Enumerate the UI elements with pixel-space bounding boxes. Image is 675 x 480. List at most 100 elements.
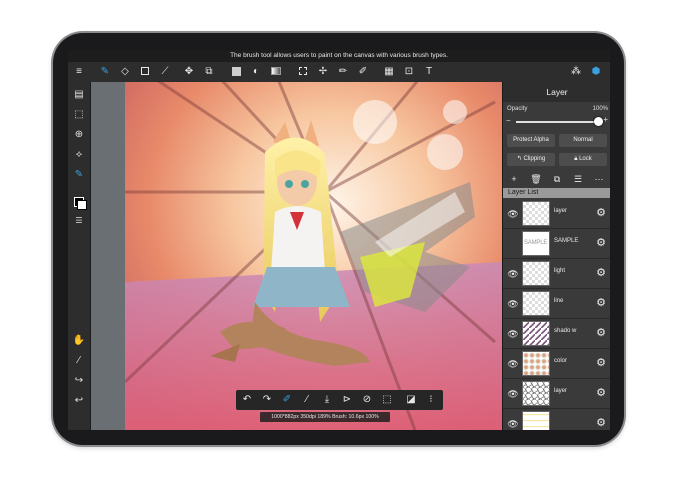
- select-rect-icon[interactable]: [296, 65, 310, 79]
- layer-thumbnail: [522, 201, 550, 226]
- layer-settings-gear-icon[interactable]: ⚙: [595, 237, 607, 249]
- lock-label: Lock: [579, 156, 592, 162]
- palette-list-icon[interactable]: ☰: [72, 214, 86, 228]
- layer-row[interactable]: 👁︎ shado w ⚙: [503, 319, 610, 349]
- clipping-button[interactable]: ↰ Clipping: [507, 153, 555, 166]
- eraser-tool-icon[interactable]: ◇: [118, 65, 132, 79]
- undo-icon[interactable]: ↶: [240, 393, 254, 407]
- opacity-label: Opacity: [507, 106, 528, 112]
- layer-row[interactable]: 👁︎ line ⚙: [503, 289, 610, 319]
- flip-icon[interactable]: ⊳: [340, 393, 354, 407]
- layer-actions: + 🗑 ⧉ ☰ ⋯: [503, 172, 610, 186]
- blend-mode-select[interactable]: Normal: [559, 134, 607, 147]
- layer-name: layer: [554, 208, 568, 214]
- magic-wand-icon[interactable]: ✢: [316, 65, 330, 79]
- ruler-icon[interactable]: ⟡: [72, 148, 86, 162]
- eye-icon[interactable]: 👁︎: [507, 328, 519, 340]
- layer-row[interactable]: 👁︎ layer ⚙: [503, 199, 610, 229]
- canvas-margin: [91, 82, 125, 430]
- select-pen-icon[interactable]: ✏: [336, 65, 350, 79]
- add-layer-icon[interactable]: +: [507, 172, 521, 186]
- layer-row[interactable]: 👁︎ layer ⚙: [503, 379, 610, 409]
- select-clear-icon[interactable]: ⬚: [380, 393, 394, 407]
- import-icon[interactable]: ⤓: [320, 393, 334, 407]
- text-tool-icon[interactable]: T: [422, 65, 436, 79]
- layer-thumbnail: [522, 291, 550, 316]
- artwork-illustration: [125, 82, 502, 430]
- drawing-canvas[interactable]: [125, 82, 502, 430]
- opacity-slider[interactable]: [516, 121, 598, 123]
- eye-icon[interactable]: 👁︎: [507, 268, 519, 280]
- selection-icon[interactable]: ⬚: [72, 108, 86, 122]
- move-tool-icon[interactable]: ✥: [182, 65, 196, 79]
- eye-icon[interactable]: 👁︎: [507, 388, 519, 400]
- menu-icon[interactable]: ≡: [72, 65, 86, 79]
- brush-settings-icon[interactable]: ✎: [72, 168, 86, 182]
- brush-tool-icon[interactable]: ✎: [98, 65, 112, 79]
- redo-icon[interactable]: ↷: [260, 393, 274, 407]
- protect-alpha-button[interactable]: Protect Alpha: [507, 134, 555, 147]
- panel-title: Layer: [503, 82, 610, 102]
- gradient-tool-icon[interactable]: [269, 65, 283, 79]
- layer-thumbnail: [522, 411, 550, 430]
- eye-icon[interactable]: 👁︎: [507, 418, 519, 430]
- layer-row[interactable]: 👁︎ ⚙: [503, 409, 610, 430]
- redo-icon[interactable]: ↪: [72, 374, 86, 388]
- duplicate-layer-icon[interactable]: ⧉: [550, 172, 564, 186]
- more-icon[interactable]: ⋯: [592, 172, 606, 186]
- layer-name: color: [554, 358, 568, 364]
- rectangle-tool-icon[interactable]: [138, 65, 152, 79]
- layer-panel: Layer Opacity 100% − + Protect Alpha Nor…: [502, 82, 610, 430]
- layer-panel-icon[interactable]: ⬢: [589, 65, 603, 79]
- eye-icon[interactable]: 👁︎: [507, 208, 519, 220]
- zoom-icon[interactable]: ⊕: [72, 128, 86, 142]
- clipping-icon: ↰: [516, 156, 524, 162]
- opacity-slider-handle[interactable]: [593, 117, 603, 126]
- layer-settings-gear-icon[interactable]: ⚙: [595, 207, 607, 219]
- eye-icon[interactable]: 👁︎: [507, 358, 519, 370]
- layer-thumbnail: [522, 261, 550, 286]
- smudge-tool-icon[interactable]: ⟋: [158, 65, 172, 79]
- top-toolbar: ≡ ✎ ◇ ⟋ ✥ ⧉ ◐ ✢ ✏ ✐ ▦ ⊡ T ⁂ ⬢: [68, 62, 610, 83]
- layer-settings-gear-icon[interactable]: ⚙: [595, 267, 607, 279]
- layer-settings-gear-icon[interactable]: ⚙: [595, 417, 607, 429]
- layer-settings-gear-icon[interactable]: ⚙: [595, 297, 607, 309]
- fill-color-icon[interactable]: [229, 65, 243, 79]
- layer-row[interactable]: SAMPLE SAMPLE ⚙: [503, 229, 610, 259]
- opacity-decrease-button[interactable]: −: [506, 116, 511, 125]
- rotate-reset-icon[interactable]: ⊘: [360, 393, 374, 407]
- lock-button[interactable]: 🔒︎ Lock: [559, 153, 607, 166]
- color-swatch-icon[interactable]: [72, 196, 87, 210]
- select-eraser-icon[interactable]: ✐: [356, 65, 370, 79]
- opacity-increase-button[interactable]: +: [603, 115, 608, 124]
- layer-list-title: Layer List: [503, 188, 610, 198]
- more-grid-icon[interactable]: ⁝: [424, 393, 438, 407]
- hand-icon[interactable]: ✋: [72, 334, 86, 348]
- transform-tool-icon[interactable]: ⧉: [202, 65, 216, 79]
- delete-layer-icon[interactable]: 🗑: [529, 172, 543, 186]
- layer-thumbnail: [522, 381, 550, 406]
- layer-settings-gear-icon[interactable]: ⚙: [595, 327, 607, 339]
- layers-icon[interactable]: ▤: [72, 88, 86, 102]
- layer-settings-gear-icon[interactable]: ⚙: [595, 357, 607, 369]
- pen-icon[interactable]: ⁄: [300, 393, 314, 407]
- undo-icon[interactable]: ↩: [72, 394, 86, 408]
- layer-row[interactable]: 👁︎ light ⚙: [503, 259, 610, 289]
- frame-divider-icon[interactable]: ▦: [382, 65, 396, 79]
- layer-settings-gear-icon[interactable]: ⚙: [595, 387, 607, 399]
- sample-watermark: SAMPLE: [524, 240, 548, 246]
- lasso-fill-icon[interactable]: ✐: [280, 393, 294, 407]
- layer-thumbnail: SAMPLE: [522, 231, 550, 256]
- eyedropper-icon[interactable]: ⁄: [72, 354, 86, 368]
- layer-row[interactable]: 👁︎ color ⚙: [503, 349, 610, 379]
- bucket-tool-icon[interactable]: ◐: [249, 65, 263, 79]
- layer-list-icon[interactable]: ☰: [571, 172, 585, 186]
- material-icon[interactable]: ⁂: [569, 65, 583, 79]
- view-icon[interactable]: ⊡: [402, 65, 416, 79]
- eye-icon[interactable]: 👁︎: [507, 298, 519, 310]
- eye-hidden-icon[interactable]: [507, 238, 519, 250]
- color-picker-icon[interactable]: ◪: [404, 393, 418, 407]
- layer-name: light: [554, 268, 566, 274]
- tool-tooltip: The brush tool allows users to paint on …: [68, 50, 610, 62]
- layer-thumbnail: [522, 321, 550, 346]
